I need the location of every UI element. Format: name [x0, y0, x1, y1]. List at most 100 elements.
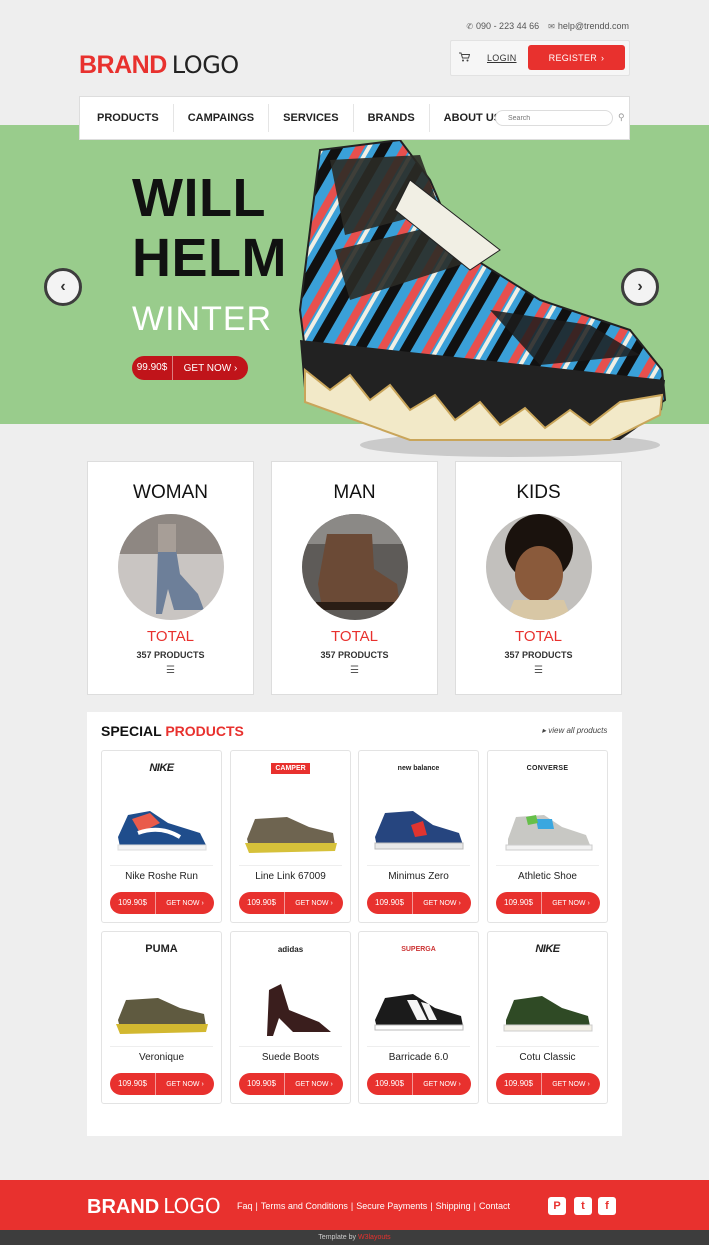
product-card[interactable]: NIKE Cotu Classic 109.90$ GET NOW › [487, 931, 608, 1104]
footer-link-faq[interactable]: Faq [237, 1201, 253, 1211]
logo-light: LOGO [171, 51, 239, 79]
credit-prefix: Template by [318, 1234, 357, 1241]
footer-logo[interactable]: BRAND LOGO [87, 1194, 221, 1219]
get-now-button[interactable]: 109.90$ GET NOW › [239, 892, 343, 914]
chevron-right-icon: › [234, 362, 238, 374]
product-card[interactable]: SUPERGA Barricade 6.0 109.90$ GET NOW › [358, 931, 479, 1104]
product-price: 109.90$ [239, 1073, 285, 1095]
category-card-kids[interactable]: KIDS TOTAL 357 PRODUCTS ☰ [455, 461, 622, 695]
list-icon[interactable]: ☰ [456, 665, 621, 676]
category-card-woman[interactable]: WOMAN TOTAL 357 PRODUCTS ☰ [87, 461, 254, 695]
main-nav: PRODUCTS CAMPAINGS SERVICES BRANDS ABOUT… [79, 96, 630, 140]
register-label: REGISTER [548, 52, 598, 63]
get-now-label: GET NOW › [423, 899, 461, 907]
brand-name: adidas [277, 944, 304, 954]
footer-link-contact[interactable]: Contact [479, 1201, 510, 1211]
product-name[interactable]: Line Link 67009 [231, 871, 350, 882]
pinterest-icon[interactable]: P [548, 1197, 566, 1215]
register-button[interactable]: REGISTER › [528, 45, 625, 70]
category-total-label: TOTAL [515, 628, 562, 645]
phone: ✆ 090 - 223 44 66 [466, 21, 539, 31]
product-name[interactable]: Suede Boots [231, 1052, 350, 1063]
brand-logo-nike: NIKE [488, 940, 607, 958]
email-address[interactable]: help@trendd.com [558, 21, 629, 31]
product-card[interactable]: adidas Suede Boots 109.90$ GET NOW › [230, 931, 351, 1104]
chevron-right-icon: › [601, 52, 605, 63]
search-icon[interactable]: ⚲ [618, 112, 625, 123]
get-now-button[interactable]: 109.90$ GET NOW › [496, 1073, 600, 1095]
hero-get-now-button[interactable]: 99.90$ GET NOW › [132, 356, 248, 380]
footer-link-terms[interactable]: Terms and Conditions [261, 1201, 348, 1211]
list-icon[interactable]: ☰ [88, 665, 253, 676]
get-now-label: GET NOW › [552, 899, 590, 907]
product-card[interactable]: NIKE Nike Roshe Run 109.90$ GET NOW › [101, 750, 222, 923]
nav-item-products[interactable]: PRODUCTS [80, 104, 174, 132]
nav-item-campaings[interactable]: CAMPAINGS [174, 104, 270, 132]
credit-link[interactable]: W3layouts [358, 1234, 391, 1241]
carousel-next-button[interactable]: › [621, 268, 659, 306]
brand-logo-superga: SUPERGA [359, 940, 478, 958]
product-card[interactable]: PUMA Veronique 109.90$ GET NOW › [101, 931, 222, 1104]
product-price: 109.90$ [496, 1073, 542, 1095]
hero-title-line2: HELM [132, 228, 287, 288]
twitter-icon[interactable]: t [574, 1197, 592, 1215]
footer-logo-light: LOGO [163, 1194, 221, 1218]
category-count: 357 PRODUCTS [504, 650, 573, 660]
divider [367, 1046, 470, 1047]
email[interactable]: ✉ help@trendd.com [548, 21, 629, 31]
view-all-products-link[interactable]: ▸ view all products [542, 726, 607, 735]
list-icon[interactable]: ☰ [272, 665, 437, 676]
get-now-button[interactable]: 109.90$ GET NOW › [496, 892, 600, 914]
category-title: KIDS [516, 482, 561, 503]
twitter-glyph: t [581, 1200, 585, 1212]
cart-icon[interactable] [459, 52, 471, 65]
get-now-button[interactable]: 109.90$ GET NOW › [110, 1073, 214, 1095]
special-products-section: SPECIAL PRODUCTS ▸ view all products NIK… [87, 712, 622, 1136]
get-now-button[interactable]: 109.90$ GET NOW › [367, 892, 471, 914]
product-name[interactable]: Minimus Zero [359, 871, 478, 882]
brand-name: NIKE [535, 943, 560, 955]
phone-icon: ✆ [466, 22, 474, 31]
product-name[interactable]: Nike Roshe Run [102, 871, 221, 882]
product-image [267, 984, 331, 1036]
hero-cta-text: GET NOW [183, 362, 232, 374]
product-card[interactable]: new balance Minimus Zero 109.90$ GET NOW … [358, 750, 479, 923]
get-now-button[interactable]: 109.90$ GET NOW › [367, 1073, 471, 1095]
product-card[interactable]: CONVERSE Athletic Shoe 109.90$ GET NOW › [487, 750, 608, 923]
get-now-button[interactable]: 109.90$ GET NOW › [110, 892, 214, 914]
nav-item-services[interactable]: SERVICES [269, 104, 354, 132]
search-input[interactable] [495, 110, 613, 126]
get-now-text: GET NOW [295, 1080, 329, 1088]
divider [239, 865, 342, 866]
brand-logo-nike: NIKE [102, 759, 221, 777]
get-now-label: GET NOW › [423, 1080, 461, 1088]
footer-link-secure-payments[interactable]: Secure Payments [356, 1201, 427, 1211]
product-name[interactable]: Veronique [102, 1052, 221, 1063]
title-black: SPECIAL [101, 723, 162, 739]
nav-item-brands[interactable]: BRANDS [354, 104, 430, 132]
get-now-label: GET NOW › [552, 1080, 590, 1088]
brand-logo[interactable]: BRAND LOGO [79, 50, 239, 80]
product-image [116, 998, 208, 1034]
product-name[interactable]: Cotu Classic [488, 1052, 607, 1063]
carousel-prev-button[interactable]: ‹ [44, 268, 82, 306]
brand-name: SUPERGA [401, 945, 436, 953]
product-price: 109.90$ [496, 892, 542, 914]
product-name[interactable]: Barricade 6.0 [359, 1052, 478, 1063]
product-price: 109.90$ [239, 892, 285, 914]
product-name[interactable]: Athletic Shoe [488, 871, 607, 882]
product-price: 109.90$ [110, 892, 156, 914]
get-now-text: GET NOW [423, 1080, 457, 1088]
login-link[interactable]: LOGIN [487, 53, 517, 63]
account-box: LOGIN REGISTER › [450, 40, 630, 76]
product-image [503, 996, 593, 1032]
footer-link-shipping[interactable]: Shipping [436, 1201, 471, 1211]
category-count: 357 PRODUCTS [136, 650, 205, 660]
divider [496, 1046, 599, 1047]
brand-logo-new-balance: new balance [359, 759, 478, 777]
product-card[interactable]: CAMPER Line Link 67009 109.90$ GET NOW › [230, 750, 351, 923]
logo-bold: BRAND [79, 50, 167, 79]
get-now-button[interactable]: 109.90$ GET NOW › [239, 1073, 343, 1095]
category-card-man[interactable]: MAN TOTAL 357 PRODUCTS ☰ [271, 461, 438, 695]
facebook-icon[interactable]: f [598, 1197, 616, 1215]
